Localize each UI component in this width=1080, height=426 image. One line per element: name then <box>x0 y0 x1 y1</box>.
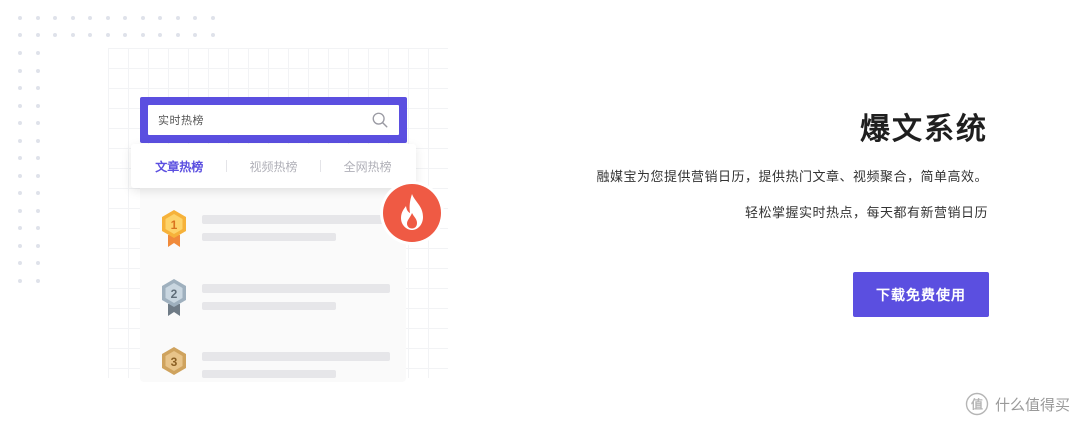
decorative-dot <box>18 156 22 160</box>
decorative-dot <box>18 173 22 178</box>
list-item[interactable]: 1 <box>160 209 400 259</box>
decorative-dot <box>158 16 162 20</box>
bronze-medal-icon: 3 <box>162 347 186 375</box>
decorative-dot <box>35 68 40 73</box>
decorative-dot <box>18 191 22 195</box>
decorative-dot <box>210 33 215 37</box>
placeholder-subtitle-bar <box>202 233 336 241</box>
decorative-dot <box>53 16 57 20</box>
decorative-dot <box>70 33 75 37</box>
decorative-dot <box>35 51 40 55</box>
tab-divider <box>320 160 322 172</box>
search-label: 实时热榜 <box>158 114 204 127</box>
tab-article-hot[interactable]: 文章热榜 <box>145 158 213 175</box>
placeholder-title-bar <box>202 352 390 361</box>
decorative-dot <box>18 86 22 90</box>
decorative-dot <box>18 51 22 55</box>
placeholder-title-bar <box>202 215 390 224</box>
decorative-dot <box>123 33 127 37</box>
decorative-dot <box>18 68 22 73</box>
tab-divider <box>225 160 227 172</box>
decorative-dot <box>18 208 22 213</box>
decorative-dot <box>105 33 110 37</box>
decorative-dot <box>35 191 40 195</box>
hot-list-tabs: 文章热榜 视频热榜 全网热榜 <box>131 144 416 188</box>
smzdm-logo-icon: 值 <box>965 392 989 416</box>
decorative-dot <box>88 33 92 37</box>
decorative-dot <box>140 16 145 20</box>
silver-medal-icon: 2 <box>162 279 186 316</box>
decorative-dot <box>123 16 127 20</box>
placeholder-title-bar <box>202 284 390 293</box>
rank-number: 2 <box>171 287 178 301</box>
search-input[interactable]: 实时热榜 <box>148 105 399 135</box>
decorative-dot <box>35 208 40 213</box>
decorative-dot <box>35 16 40 20</box>
decorative-dot <box>35 138 40 143</box>
decorative-dot <box>35 243 40 248</box>
decorative-dot <box>35 278 40 283</box>
watermark: 值 什么值得买 <box>965 392 1070 416</box>
decorative-dot <box>18 16 22 20</box>
decorative-dot <box>35 33 40 37</box>
decorative-dot <box>193 16 197 20</box>
decorative-dot <box>35 173 40 178</box>
decorative-dot <box>18 33 22 37</box>
description-line-2: 轻松掌握实时热点，每天都有新营销日历 <box>744 206 988 221</box>
list-item[interactable]: 3 <box>160 346 400 396</box>
decorative-dot <box>210 16 215 20</box>
rank-number: 1 <box>171 218 178 232</box>
tab-video-hot[interactable]: 视频热榜 <box>239 158 307 175</box>
search-box[interactable]: 实时热榜 <box>140 97 407 143</box>
placeholder-subtitle-bar <box>202 302 336 310</box>
decorative-dot <box>35 226 40 230</box>
decorative-dot <box>18 261 22 265</box>
decorative-dot <box>88 16 92 20</box>
download-free-button[interactable]: 下载免费使用 <box>853 272 989 317</box>
search-icon[interactable] <box>371 111 389 129</box>
decorative-dot <box>35 86 40 90</box>
description-line-1: 融媒宝为您提供营销日历，提供热门文章、视频聚合，简单高效。 <box>596 170 988 185</box>
watermark-text: 什么值得买 <box>994 395 1070 414</box>
fire-icon <box>380 181 444 245</box>
decorative-dot <box>53 33 57 37</box>
decorative-dot <box>18 121 22 125</box>
decorative-dot <box>35 121 40 125</box>
decorative-dot <box>18 103 22 108</box>
decorative-dot <box>18 226 22 230</box>
decorative-dot <box>158 33 162 37</box>
gold-medal-icon: 1 <box>162 210 186 247</box>
decorative-dot <box>193 33 197 37</box>
decorative-dot <box>18 278 22 283</box>
decorative-dot <box>18 138 22 143</box>
decorative-dot <box>35 103 40 108</box>
decorative-dot <box>70 16 75 20</box>
list-item[interactable]: 2 <box>160 278 400 328</box>
rank-number: 3 <box>171 355 178 369</box>
page-title: 爆文系统 <box>860 112 988 147</box>
decorative-dot <box>35 261 40 265</box>
placeholder-subtitle-bar <box>202 370 336 378</box>
decorative-dot <box>105 16 110 20</box>
decorative-dot <box>18 243 22 248</box>
svg-text:值: 值 <box>971 397 983 412</box>
decorative-dot <box>175 16 180 20</box>
tab-web-hot[interactable]: 全网热榜 <box>334 158 402 175</box>
decorative-dot <box>175 33 180 37</box>
decorative-dot <box>35 156 40 160</box>
decorative-dot <box>140 33 145 37</box>
